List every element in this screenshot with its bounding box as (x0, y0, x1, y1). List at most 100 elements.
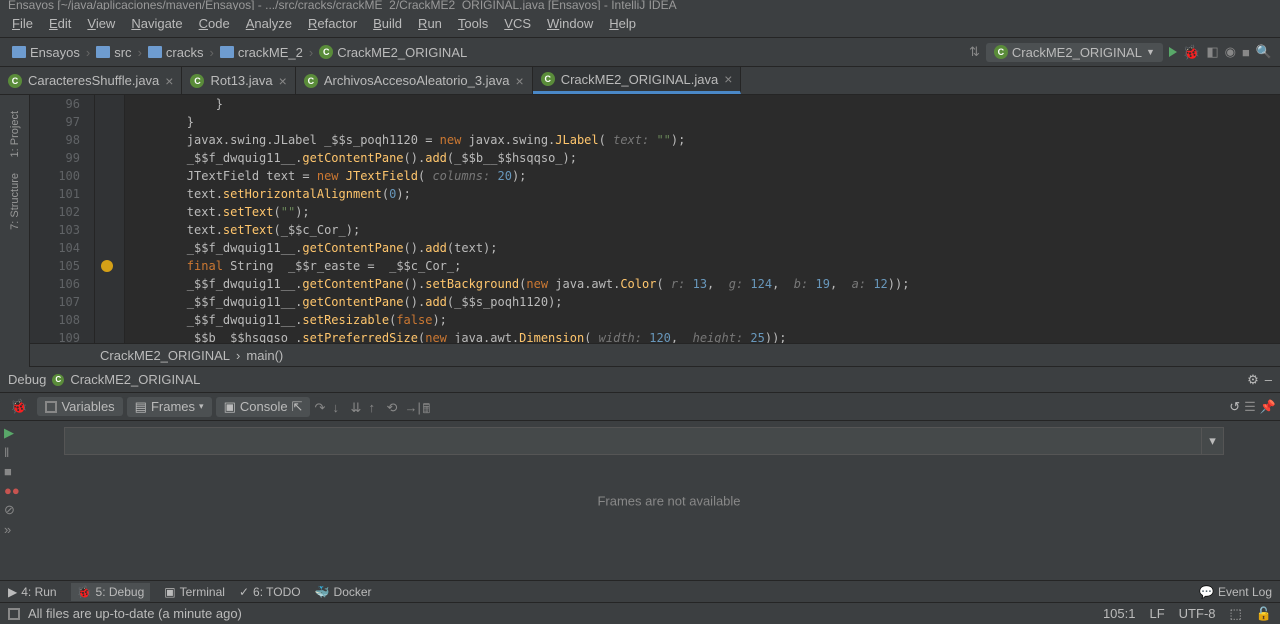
tool-todo[interactable]: ✓6: TODO (239, 585, 301, 599)
line-number[interactable]: 101 (30, 185, 80, 203)
sidebar-item-project[interactable]: 1: Project (9, 111, 21, 157)
breadcrumb-item[interactable]: CCrackME2_ORIGINAL (315, 45, 471, 60)
sidebar-item-structure[interactable]: 7: Structure (9, 173, 21, 230)
lock-icon[interactable]: 🔓 (1256, 606, 1272, 622)
tab-frames[interactable]: ▤Frames▾ (127, 397, 212, 417)
run-icon[interactable] (1169, 47, 1177, 57)
breadcrumb-method[interactable]: main() (246, 348, 283, 363)
code-line[interactable]: text.setText(_$$c_Cor_); (129, 221, 1280, 239)
line-number[interactable]: 105 (30, 257, 80, 275)
minimize-icon[interactable]: – (1265, 372, 1272, 387)
resume-icon[interactable]: ▶ (4, 425, 54, 441)
pause-icon[interactable]: ‖ (4, 445, 54, 460)
run-config-selector[interactable]: C CrackME2_ORIGINAL ▼ (986, 43, 1163, 62)
line-number[interactable]: 102 (30, 203, 80, 221)
gutter[interactable] (95, 95, 125, 343)
editor-tab[interactable]: CRot13.java× (182, 67, 295, 94)
tool-docker[interactable]: 🐳Docker (315, 585, 372, 599)
breadcrumb-item[interactable]: Ensayos (8, 45, 84, 60)
caret-position[interactable]: 105:1 (1103, 606, 1136, 622)
chevron-down-icon[interactable]: ▾ (1201, 428, 1223, 454)
close-icon[interactable]: × (724, 71, 732, 87)
breadcrumb-item[interactable]: src (92, 45, 135, 60)
mute-breakpoints-icon[interactable]: ⊘ (4, 502, 54, 518)
line-number[interactable]: 108 (30, 311, 80, 329)
run-to-cursor-icon[interactable]: →| (404, 400, 418, 414)
line-number[interactable]: 104 (30, 239, 80, 257)
more-icon[interactable]: » (4, 522, 54, 537)
line-separator[interactable]: LF (1150, 606, 1165, 622)
tool-debug[interactable]: 🐞5: Debug (71, 583, 151, 601)
view-breakpoints-icon[interactable]: ●● (4, 483, 54, 498)
menu-tools[interactable]: Tools (450, 16, 496, 31)
menu-help[interactable]: Help (601, 16, 644, 31)
pin-tab-icon[interactable]: 📌 (1260, 399, 1276, 415)
coverage-icon[interactable]: ◧ (1206, 44, 1218, 60)
step-out-icon[interactable]: ↑ (368, 400, 382, 414)
tab-console[interactable]: ▣Console⇱ (216, 397, 311, 417)
menu-view[interactable]: View (79, 16, 123, 31)
editor-area[interactable]: 96979899100101102103104105106107108109 }… (30, 95, 1280, 343)
gear-icon[interactable]: ⚙ (1247, 372, 1259, 388)
indent-indicator[interactable]: ⬚ (1230, 606, 1242, 622)
editor-tab[interactable]: CArchivosAccesoAleatorio_3.java× (296, 67, 533, 94)
code-line[interactable]: final String _$$r_easte = _$$c_Cor_; (129, 257, 1280, 275)
restore-layout-icon[interactable]: ↺ (1229, 399, 1240, 415)
line-number[interactable]: 103 (30, 221, 80, 239)
breadcrumb-item[interactable]: cracks (144, 45, 208, 60)
search-icon[interactable]: 🔍 (1256, 44, 1272, 60)
line-number[interactable]: 97 (30, 113, 80, 131)
settings-icon[interactable]: ☰ (1244, 399, 1256, 415)
close-icon[interactable]: × (165, 73, 173, 89)
line-number[interactable]: 98 (30, 131, 80, 149)
menu-analyze[interactable]: Analyze (238, 16, 300, 31)
code-line[interactable]: text.setHorizontalAlignment(0); (129, 185, 1280, 203)
tab-variables[interactable]: Variables (37, 397, 122, 416)
menu-file[interactable]: File (4, 16, 41, 31)
code-line[interactable]: JTextField text = new JTextField( column… (129, 167, 1280, 185)
line-number[interactable]: 96 (30, 95, 80, 113)
toolwindow-toggle-icon[interactable] (8, 608, 20, 620)
tool-run[interactable]: ▶4: Run (8, 585, 57, 599)
tool-terminal[interactable]: ▣Terminal (164, 585, 225, 599)
code-line[interactable]: javax.swing.JLabel _$$s_poqh1120 = new j… (129, 131, 1280, 149)
stop-icon[interactable]: ■ (1242, 45, 1250, 60)
close-icon[interactable]: × (516, 73, 524, 89)
frames-thread-selector[interactable]: ▾ (64, 427, 1224, 455)
editor-tab[interactable]: CCaracteresShuffle.java× (0, 67, 182, 94)
line-number[interactable]: 107 (30, 293, 80, 311)
menu-build[interactable]: Build (365, 16, 410, 31)
code-line[interactable]: _$$f_dwquig11__.setResizable(false); (129, 311, 1280, 329)
editor-tab[interactable]: CCrackME2_ORIGINAL.java× (533, 67, 742, 94)
rerun-icon[interactable]: 🐞 (10, 398, 27, 415)
step-over-icon[interactable]: ↷ (314, 400, 328, 414)
breadcrumb-class[interactable]: CrackME2_ORIGINAL (100, 348, 230, 363)
code-line[interactable]: _$$f_dwquig11__.getContentPane().add(_$$… (129, 293, 1280, 311)
menu-refactor[interactable]: Refactor (300, 16, 365, 31)
drop-frame-icon[interactable]: ⟲ (386, 400, 400, 414)
menu-run[interactable]: Run (410, 16, 450, 31)
bulb-icon[interactable] (101, 260, 113, 272)
close-icon[interactable]: × (279, 73, 287, 89)
encoding[interactable]: UTF-8 (1179, 606, 1216, 622)
code-content[interactable]: } } javax.swing.JLabel _$$s_poqh1120 = n… (125, 95, 1280, 343)
force-step-icon[interactable]: ⇊ (350, 400, 364, 414)
evaluate-icon[interactable]: 🖩 (422, 400, 436, 414)
menu-edit[interactable]: Edit (41, 16, 79, 31)
debug-icon[interactable]: 🐞 (1183, 44, 1200, 61)
event-log-button[interactable]: 💬Event Log (1199, 585, 1272, 599)
menu-vcs[interactable]: VCS (496, 16, 539, 31)
step-into-icon[interactable]: ↓ (332, 400, 346, 414)
code-line[interactable]: _$$f_dwquig11__.getContentPane().add(tex… (129, 239, 1280, 257)
profiler-icon[interactable]: ◉ (1225, 44, 1236, 60)
menu-code[interactable]: Code (191, 16, 238, 31)
line-number[interactable]: 99 (30, 149, 80, 167)
breadcrumb-item[interactable]: crackME_2 (216, 45, 307, 60)
code-line[interactable]: text.setText(""); (129, 203, 1280, 221)
line-number[interactable]: 100 (30, 167, 80, 185)
code-line[interactable]: _$$f_dwquig11__.getContentPane().setBack… (129, 275, 1280, 293)
code-line[interactable]: } (129, 113, 1280, 131)
line-number[interactable]: 106 (30, 275, 80, 293)
stop-icon[interactable]: ■ (4, 464, 54, 479)
code-line[interactable]: } (129, 95, 1280, 113)
